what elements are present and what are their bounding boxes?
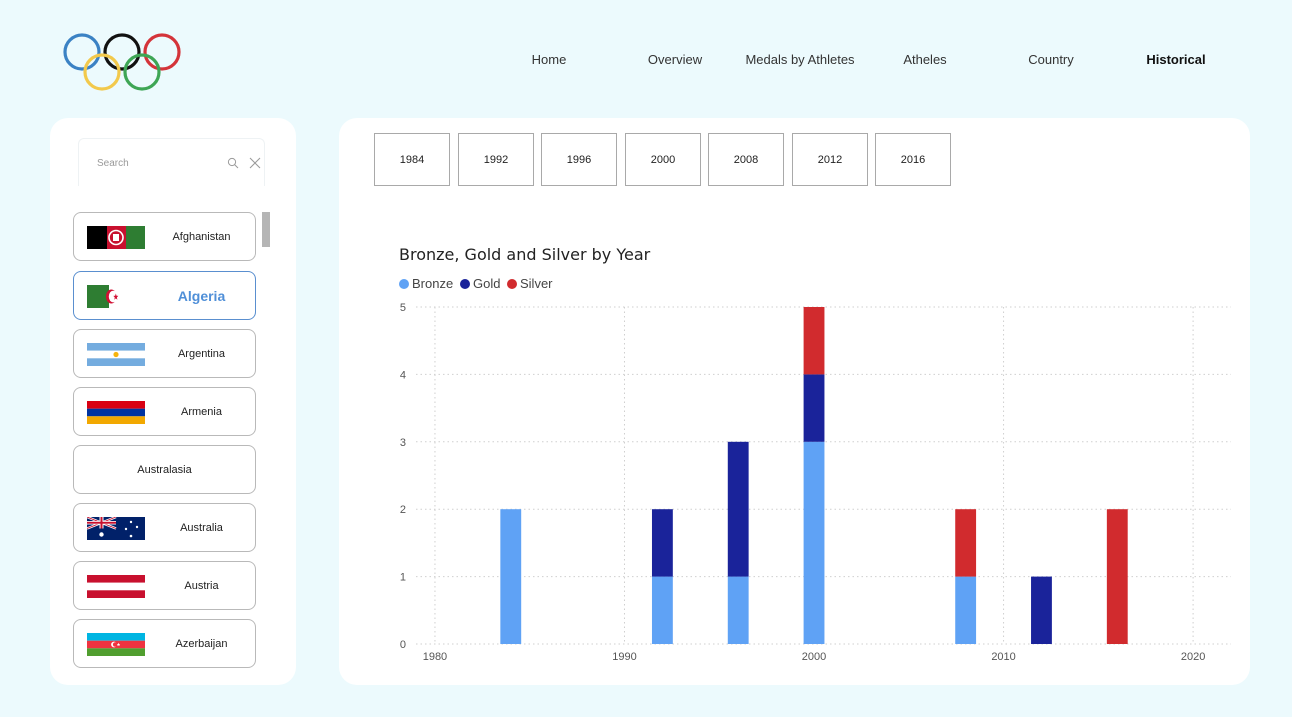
nav-country[interactable]: Country xyxy=(1028,52,1074,67)
top-navigation: Home Overview Medals by Athletes Atheles… xyxy=(0,52,1292,72)
bar-gold-1992[interactable] xyxy=(651,509,673,577)
bar-bronze-2008[interactable] xyxy=(955,576,977,644)
nav-medals-by-athletes[interactable]: Medals by Athletes xyxy=(745,52,854,67)
historical-chart-panel: 1984 1992 1996 2000 2008 2012 2016 Bronz… xyxy=(339,118,1250,685)
y-tick-label: 5 xyxy=(400,302,406,314)
australia-flag-icon xyxy=(87,517,145,540)
x-tick-label: 2000 xyxy=(802,651,826,663)
x-tick-label: 1980 xyxy=(423,651,447,663)
argentina-flag-icon xyxy=(87,343,145,366)
nav-atheles[interactable]: Atheles xyxy=(903,52,946,67)
search-icon[interactable] xyxy=(227,157,239,169)
list-item-argentina[interactable]: Argentina xyxy=(73,329,256,378)
x-tick-label: 1990 xyxy=(612,651,636,663)
nav-historical[interactable]: Historical xyxy=(1146,52,1205,67)
algeria-flag-icon xyxy=(87,285,131,308)
bar-gold-2012[interactable] xyxy=(1031,576,1052,644)
bar-gold-2000[interactable] xyxy=(803,374,825,442)
list-item-label: Australasia xyxy=(137,463,192,476)
azerbaijan-flag-icon xyxy=(87,633,145,656)
bar-gold-1996[interactable] xyxy=(727,441,749,577)
armenia-flag-icon xyxy=(87,401,145,424)
austria-flag-icon xyxy=(87,575,145,598)
list-item-label: Azerbaijan xyxy=(175,637,228,650)
list-item-australasia[interactable]: Australasia xyxy=(73,445,256,494)
y-tick-label: 2 xyxy=(400,504,406,516)
stacked-bar-chart: 0 1 2 3 4 5 1980 1990 2000 2010 2020 xyxy=(400,302,1231,663)
search-input[interactable] xyxy=(97,158,217,169)
list-item-label: Afghanistan xyxy=(172,230,231,243)
bar-bronze-1996[interactable] xyxy=(727,576,749,644)
y-tick-label: 1 xyxy=(400,572,406,584)
nav-home[interactable]: Home xyxy=(532,52,567,67)
list-scrollbar-thumb[interactable] xyxy=(262,212,270,247)
x-tick-label: 2020 xyxy=(1181,651,1205,663)
list-item-austria[interactable]: Austria xyxy=(73,561,256,610)
bar-silver-2016[interactable] xyxy=(1106,509,1128,644)
bar-bronze-2000[interactable] xyxy=(803,441,825,644)
search-box xyxy=(78,138,265,186)
country-slicer-panel: Afghanistan Algeria Argentina xyxy=(50,118,296,685)
bar-bronze-1992[interactable] xyxy=(651,576,673,644)
close-icon[interactable] xyxy=(249,157,261,169)
bar-bronze-1984[interactable] xyxy=(500,509,522,644)
y-tick-label: 4 xyxy=(400,369,406,381)
list-item-label: Australia xyxy=(180,521,223,534)
list-item-label: Argentina xyxy=(177,347,226,360)
afghanistan-flag-icon xyxy=(87,226,145,249)
list-item-armenia[interactable]: Armenia xyxy=(73,387,256,436)
nav-overview[interactable]: Overview xyxy=(648,52,702,67)
x-tick-label: 2010 xyxy=(991,651,1015,663)
bar-silver-2008[interactable] xyxy=(955,509,977,577)
bar-silver-2000[interactable] xyxy=(803,307,825,375)
list-item-azerbaijan[interactable]: Azerbaijan xyxy=(73,619,256,668)
list-item-australia[interactable]: Australia xyxy=(73,503,256,552)
y-tick-label: 0 xyxy=(400,639,406,651)
list-item-afghanistan[interactable]: Afghanistan xyxy=(73,212,256,261)
y-tick-label: 3 xyxy=(400,437,406,449)
list-item-label: Algeria xyxy=(177,287,226,304)
list-item-algeria[interactable]: Algeria xyxy=(73,271,256,320)
list-item-label: Austria xyxy=(184,579,219,592)
list-item-label: Armenia xyxy=(181,405,222,418)
